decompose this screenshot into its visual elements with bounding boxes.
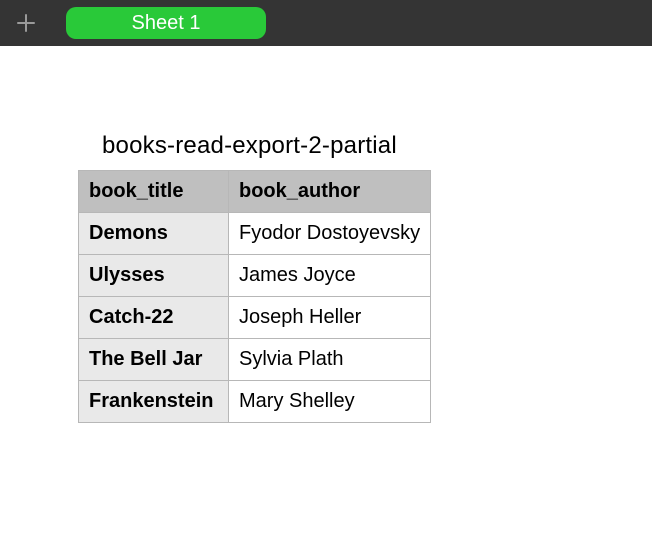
- cell-book-author[interactable]: Mary Shelley: [229, 381, 431, 423]
- cell-book-title[interactable]: Ulysses: [79, 255, 229, 297]
- cell-book-author[interactable]: Sylvia Plath: [229, 339, 431, 381]
- plus-icon: [17, 14, 35, 32]
- column-header-book-author[interactable]: book_author: [229, 171, 431, 213]
- cell-book-title[interactable]: Demons: [79, 213, 229, 255]
- sheet-tab-1[interactable]: Sheet 1: [66, 7, 266, 39]
- table-row: Demons Fyodor Dostoyevsky: [79, 213, 431, 255]
- column-header-book-title[interactable]: book_title: [79, 171, 229, 213]
- table-row: Frankenstein Mary Shelley: [79, 381, 431, 423]
- cell-book-title[interactable]: Catch-22: [79, 297, 229, 339]
- add-sheet-button[interactable]: [14, 11, 38, 35]
- data-table: book_title book_author Demons Fyodor Dos…: [78, 170, 431, 423]
- cell-book-title[interactable]: Frankenstein: [79, 381, 229, 423]
- table-title[interactable]: books-read-export-2-partial: [102, 132, 652, 160]
- spreadsheet-canvas[interactable]: books-read-export-2-partial book_title b…: [0, 46, 652, 423]
- table-header-row: book_title book_author: [79, 171, 431, 213]
- table-row: The Bell Jar Sylvia Plath: [79, 339, 431, 381]
- table-row: Catch-22 Joseph Heller: [79, 297, 431, 339]
- cell-book-author[interactable]: Joseph Heller: [229, 297, 431, 339]
- sheet-tabbar: Sheet 1: [0, 0, 652, 46]
- cell-book-title[interactable]: The Bell Jar: [79, 339, 229, 381]
- cell-book-author[interactable]: Fyodor Dostoyevsky: [229, 213, 431, 255]
- table-row: Ulysses James Joyce: [79, 255, 431, 297]
- cell-book-author[interactable]: James Joyce: [229, 255, 431, 297]
